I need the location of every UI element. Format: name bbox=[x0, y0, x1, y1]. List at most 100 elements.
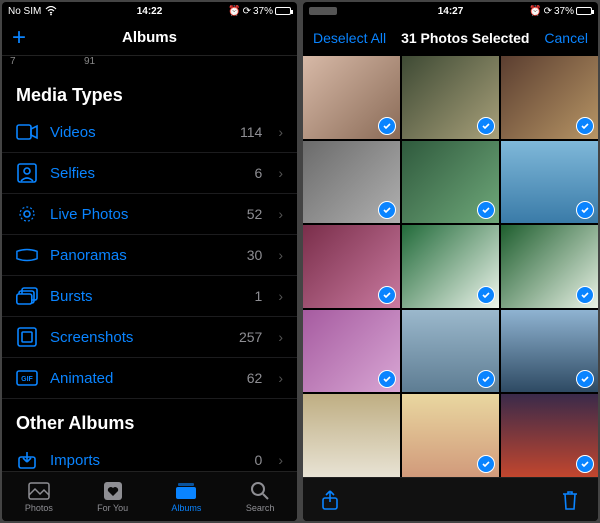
share-button[interactable] bbox=[319, 489, 341, 511]
media-row-screenshot[interactable]: Screenshots257› bbox=[2, 317, 297, 358]
selected-checkmark-icon bbox=[576, 455, 594, 473]
chevron-right-icon: › bbox=[278, 124, 283, 140]
chevron-right-icon: › bbox=[278, 452, 283, 468]
photo-grid[interactable] bbox=[303, 56, 598, 477]
chevron-right-icon: › bbox=[278, 247, 283, 263]
albums-icon bbox=[175, 481, 197, 501]
selfie-icon bbox=[16, 162, 38, 184]
battery-icon bbox=[576, 7, 592, 15]
tab-label: For You bbox=[97, 503, 128, 513]
search-icon bbox=[249, 481, 271, 501]
other-row-imports[interactable]: Imports0› bbox=[2, 440, 297, 471]
select-photos-screen: 14:27 ⏰ ⟳ 37% Deselect All 31 Photos Sel… bbox=[303, 2, 598, 521]
selected-checkmark-icon bbox=[477, 455, 495, 473]
photo-thumbnail[interactable] bbox=[402, 394, 499, 477]
alarm-icon: ⏰ bbox=[228, 6, 240, 17]
row-label: Selfies bbox=[50, 165, 243, 182]
cancel-button[interactable]: Cancel bbox=[544, 30, 588, 46]
selected-checkmark-icon bbox=[576, 286, 594, 304]
trash-button[interactable] bbox=[560, 489, 582, 511]
selected-checkmark-icon bbox=[378, 286, 396, 304]
video-icon bbox=[16, 121, 38, 143]
rotation-lock-icon: ⟳ bbox=[544, 6, 552, 17]
albums-screen: No SIM 14:22 ⏰ ⟳ 37% + Albums 7 91 Media… bbox=[2, 2, 297, 521]
section-header-other-albums: Other Albums bbox=[2, 399, 297, 440]
row-count: 6 bbox=[255, 165, 263, 181]
carrier-redacted bbox=[309, 7, 337, 15]
nav-bar: + Albums bbox=[2, 20, 297, 56]
row-label: Imports bbox=[50, 452, 243, 469]
row-count: 52 bbox=[247, 206, 263, 222]
media-row-panorama[interactable]: Panoramas 30 › bbox=[2, 235, 297, 276]
section-header-media-types: Media Types bbox=[2, 71, 297, 112]
photo-thumbnail[interactable] bbox=[303, 225, 400, 308]
deselect-all-button[interactable]: Deselect All bbox=[313, 30, 386, 46]
photo-thumbnail[interactable] bbox=[501, 310, 598, 393]
animated-icon: GIF bbox=[16, 367, 38, 389]
media-row-bursts[interactable]: Bursts 1 › bbox=[2, 276, 297, 317]
row-label: Bursts bbox=[50, 288, 243, 305]
photo-thumbnail[interactable] bbox=[303, 141, 400, 224]
photo-thumbnail[interactable] bbox=[501, 394, 598, 477]
chevron-right-icon: › bbox=[278, 370, 283, 386]
media-row-animated[interactable]: GIF Animated 62 › bbox=[2, 358, 297, 399]
photo-thumbnail[interactable] bbox=[303, 310, 400, 393]
bursts-icon bbox=[16, 285, 38, 307]
carrier-label: No SIM bbox=[8, 6, 41, 17]
screenshot-icon bbox=[16, 326, 38, 348]
selected-checkmark-icon bbox=[378, 117, 396, 135]
bottom-toolbar bbox=[303, 477, 598, 521]
svg-text:GIF: GIF bbox=[21, 376, 33, 383]
tab-photos[interactable]: Photos bbox=[2, 472, 76, 521]
rotation-lock-icon: ⟳ bbox=[243, 6, 251, 17]
row-label: Live Photos bbox=[50, 206, 235, 223]
album-count: 7 bbox=[10, 56, 58, 67]
chevron-right-icon: › bbox=[278, 206, 283, 222]
photo-thumbnail[interactable] bbox=[303, 56, 400, 139]
photo-thumbnail[interactable] bbox=[402, 141, 499, 224]
row-count: 30 bbox=[247, 247, 263, 263]
chevron-right-icon: › bbox=[278, 329, 283, 345]
chevron-right-icon: › bbox=[278, 288, 283, 304]
photo-thumbnail[interactable] bbox=[402, 225, 499, 308]
media-row-video[interactable]: Videos 114 › bbox=[2, 112, 297, 153]
tab-label: Photos bbox=[25, 503, 53, 513]
photo-thumbnail[interactable] bbox=[501, 141, 598, 224]
photo-thumbnail[interactable] bbox=[402, 56, 499, 139]
battery-pct-label: 37% bbox=[554, 6, 574, 17]
page-title: Albums bbox=[81, 29, 219, 46]
imports-icon bbox=[16, 449, 38, 471]
clock-label: 14:22 bbox=[102, 6, 196, 17]
row-label: Animated bbox=[50, 370, 235, 387]
tab-label: Search bbox=[246, 503, 275, 513]
tab-for-you[interactable]: For You bbox=[76, 472, 150, 521]
row-count: 1 bbox=[255, 288, 263, 304]
clock-label: 14:27 bbox=[403, 6, 497, 17]
tab-albums[interactable]: Albums bbox=[150, 472, 224, 521]
photo-thumbnail[interactable] bbox=[501, 225, 598, 308]
media-row-live[interactable]: Live Photos 52 › bbox=[2, 194, 297, 235]
heart-square-icon bbox=[102, 481, 124, 501]
row-count: 62 bbox=[247, 370, 263, 386]
wifi-icon bbox=[45, 6, 57, 16]
tab-label: Albums bbox=[171, 503, 201, 513]
photo-thumbnail[interactable] bbox=[501, 56, 598, 139]
tab-search[interactable]: Search bbox=[223, 472, 297, 521]
battery-icon bbox=[275, 7, 291, 15]
row-count: 114 bbox=[240, 124, 262, 140]
live-icon bbox=[16, 203, 38, 225]
row-label: Videos bbox=[50, 124, 228, 141]
row-label: Panoramas bbox=[50, 247, 235, 264]
selection-count-label: 31 Photos Selected bbox=[386, 30, 544, 46]
photos-icon bbox=[28, 481, 50, 501]
tab-bar: Photos For You Albums Search bbox=[2, 471, 297, 521]
photo-thumbnail[interactable] bbox=[402, 310, 499, 393]
photo-thumbnail[interactable] bbox=[303, 394, 400, 477]
selected-checkmark-icon bbox=[477, 117, 495, 135]
add-album-button[interactable]: + bbox=[12, 24, 81, 52]
panorama-icon bbox=[16, 244, 38, 266]
albums-list[interactable]: 7 91 Media Types Videos114›Selfies6›Live… bbox=[2, 56, 297, 471]
album-count: 91 bbox=[84, 56, 132, 67]
media-row-selfie[interactable]: Selfies6› bbox=[2, 153, 297, 194]
selected-checkmark-icon bbox=[477, 286, 495, 304]
